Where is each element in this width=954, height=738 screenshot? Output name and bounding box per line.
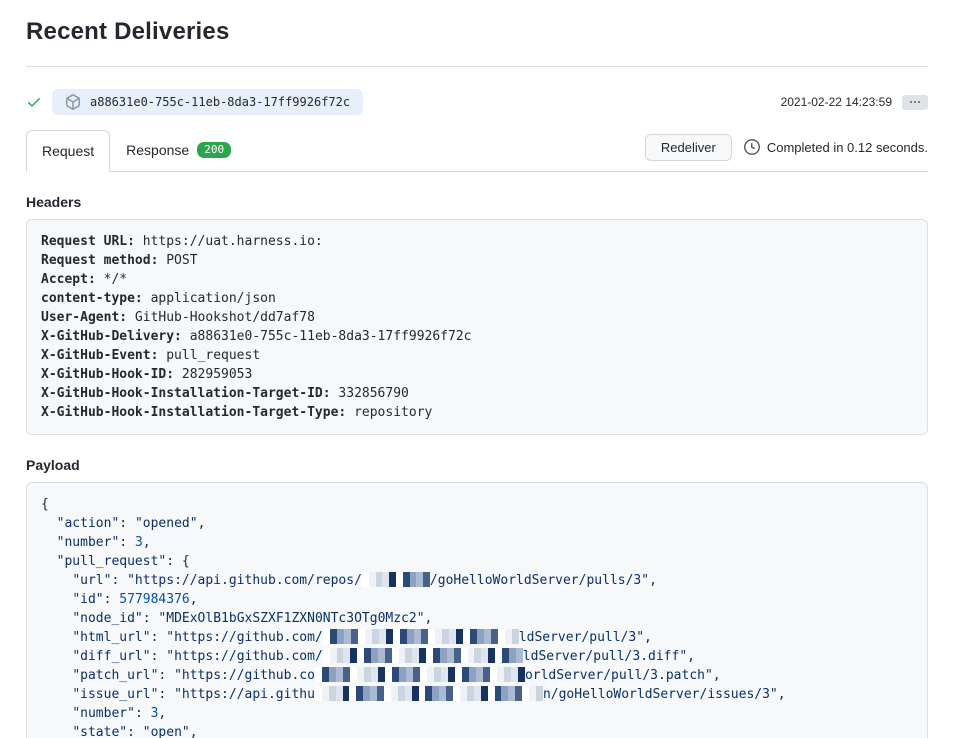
payload-line: "diff_url": "https://github.com/ldServer… [41, 647, 913, 666]
delivery-options-kebab-button[interactable] [902, 95, 928, 110]
kebab-dot [910, 101, 912, 103]
delivery-guid: a88631e0-755c-11eb-8da3-17ff9926f72c [90, 95, 350, 109]
payload-line: "patch_url": "https://github.coorldServe… [41, 666, 913, 685]
page-title: Recent Deliveries [26, 18, 928, 46]
header-line: X-GitHub-Hook-ID: 282959053 [41, 365, 913, 384]
tab-response[interactable]: Response 200 [110, 129, 247, 171]
header-line: X-GitHub-Hook-Installation-Target-Type: … [41, 403, 913, 422]
header-line: Request URL: https://uat.harness.io: [41, 232, 913, 251]
response-status-badge: 200 [197, 142, 231, 158]
redacted-block [323, 629, 519, 644]
kebab-dot [918, 101, 920, 103]
request-response-tabnav: Request Response 200 Redeliver Completed… [26, 129, 928, 172]
header-line: X-GitHub-Delivery: a88631e0-755c-11eb-8d… [41, 327, 913, 346]
tab-response-label: Response [126, 140, 189, 160]
redeliver-button[interactable]: Redeliver [645, 134, 732, 161]
header-line: Accept: */* [41, 270, 913, 289]
recent-deliveries-page: Recent Deliveries a88631e0-755c-11eb-8da… [0, 18, 954, 738]
delivery-row: a88631e0-755c-11eb-8da3-17ff9926f72c 202… [26, 89, 928, 115]
payload-line: "pull_request": { [41, 552, 913, 571]
payload-section-label: Payload [26, 457, 928, 473]
delivery-success-check-icon [26, 94, 42, 110]
payload-line: "state": "open", [41, 723, 913, 738]
header-line: X-GitHub-Hook-Installation-Target-ID: 33… [41, 384, 913, 403]
tab-request[interactable]: Request [26, 130, 110, 172]
tab-request-label: Request [42, 141, 94, 161]
delivery-guid-toggle[interactable]: a88631e0-755c-11eb-8da3-17ff9926f72c [52, 89, 363, 115]
header-line: X-GitHub-Event: pull_request [41, 346, 913, 365]
payload-line: "action": "opened", [41, 514, 913, 533]
payload-line: "id": 577984376, [41, 590, 913, 609]
title-divider [26, 66, 928, 67]
header-line: Request method: POST [41, 251, 913, 270]
headers-code-block: Request URL: https://uat.harness.io:Requ… [26, 219, 928, 435]
headers-section-label: Headers [26, 194, 928, 210]
redacted-block [323, 648, 523, 663]
header-line: User-Agent: GitHub-Hookshot/dd7af78 [41, 308, 913, 327]
delivery-timestamp: 2021-02-22 14:23:59 [781, 95, 892, 109]
redacted-block [315, 686, 543, 701]
payload-line: "issue_url": "https://api.githun/goHello… [41, 685, 913, 704]
payload-line: "node_id": "MDExOlB1bGxSZXF1ZXN0NTc3OTg0… [41, 609, 913, 628]
payload-line: { [41, 495, 913, 514]
payload-line: "number": 3, [41, 704, 913, 723]
payload-code-block: { "action": "opened", "number": 3, "pull… [26, 482, 928, 738]
clock-icon [744, 139, 760, 155]
completed-in-text: Completed in 0.12 seconds. [767, 140, 928, 155]
header-line: content-type: application/json [41, 289, 913, 308]
package-icon [65, 94, 81, 110]
redacted-block [315, 667, 525, 682]
payload-line: "html_url": "https://github.com/ldServer… [41, 628, 913, 647]
kebab-dot [914, 101, 916, 103]
redacted-block [362, 572, 430, 587]
payload-line: "url": "https://api.github.com/repos//go… [41, 571, 913, 590]
completion-status: Completed in 0.12 seconds. [744, 139, 928, 155]
payload-line: "number": 3, [41, 533, 913, 552]
